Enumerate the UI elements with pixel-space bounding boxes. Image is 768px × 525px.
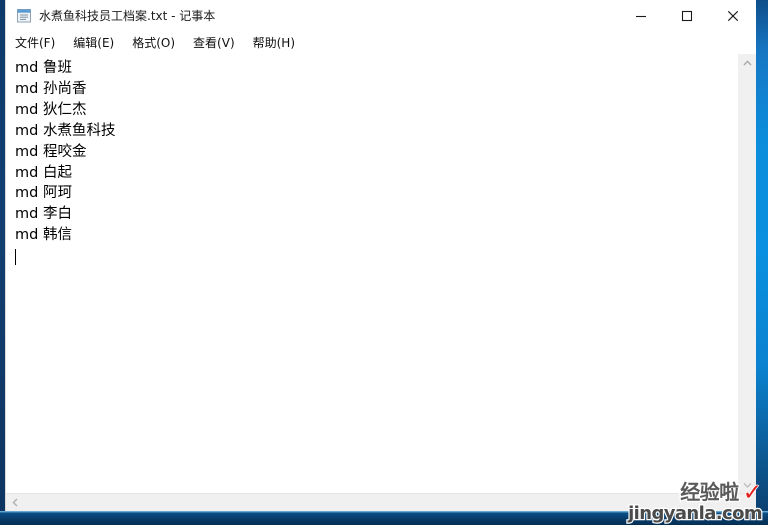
- notepad-icon: [16, 8, 32, 24]
- menu-bar: 文件(F) 编辑(E) 格式(O) 查看(V) 帮助(H): [6, 32, 756, 54]
- maximize-icon: [681, 10, 693, 21]
- close-icon: [727, 10, 739, 21]
- text-line: md 韩信: [15, 227, 72, 244]
- menu-item-edit[interactable]: 编辑(E): [73, 33, 123, 53]
- chevron-down-icon: [743, 482, 752, 488]
- desktop-bottom-edge: [0, 511, 768, 525]
- menu-item-help[interactable]: 帮助(H): [253, 33, 304, 53]
- editor-area: md 鲁班 md 孙尚香 md 狄仁杰 md 水煮鱼科技 md 程咬金 md 白…: [6, 54, 756, 493]
- text-line: md 李白: [15, 206, 72, 223]
- scroll-up-button[interactable]: [739, 54, 756, 71]
- window-title: 水煮鱼科技员工档案.txt - 记事本: [39, 9, 216, 23]
- text-line: md 狄仁杰: [15, 101, 87, 118]
- text-line: md 水煮鱼科技: [15, 122, 116, 139]
- window-controls: [618, 0, 756, 31]
- horizontal-scroll-track[interactable]: [23, 494, 739, 511]
- notepad-window: 水煮鱼科技员工档案.txt - 记事本 文件(F) 编辑(E) 格式(O) 查看…: [5, 0, 756, 511]
- text-line: md 鲁班: [15, 60, 72, 76]
- text-line: md 程咬金: [15, 143, 87, 160]
- text-caret: [15, 249, 16, 266]
- close-button[interactable]: [710, 0, 756, 31]
- text-line: md 阿珂: [15, 185, 72, 202]
- text-editor[interactable]: md 鲁班 md 孙尚香 md 狄仁杰 md 水煮鱼科技 md 程咬金 md 白…: [6, 54, 738, 493]
- minimize-button[interactable]: [618, 0, 664, 31]
- scrollbar-corner: [739, 494, 756, 511]
- text-line: md 白起: [15, 164, 72, 181]
- caret-line: [15, 246, 738, 267]
- vertical-scroll-track[interactable]: [739, 71, 756, 476]
- title-bar[interactable]: 水煮鱼科技员工档案.txt - 记事本: [6, 0, 756, 32]
- scroll-left-button[interactable]: [6, 494, 23, 511]
- horizontal-scrollbar[interactable]: [6, 493, 756, 511]
- menu-item-format[interactable]: 格式(O): [132, 33, 184, 53]
- menu-item-view[interactable]: 查看(V): [193, 33, 244, 53]
- chevron-up-icon: [743, 59, 752, 65]
- minimize-icon: [636, 15, 646, 17]
- vertical-scrollbar[interactable]: [738, 54, 756, 493]
- text-line: md 孙尚香: [15, 80, 87, 97]
- scroll-down-button[interactable]: [739, 476, 756, 493]
- chevron-left-icon: [11, 498, 17, 507]
- menu-item-file[interactable]: 文件(F): [15, 33, 64, 53]
- maximize-button[interactable]: [664, 0, 710, 31]
